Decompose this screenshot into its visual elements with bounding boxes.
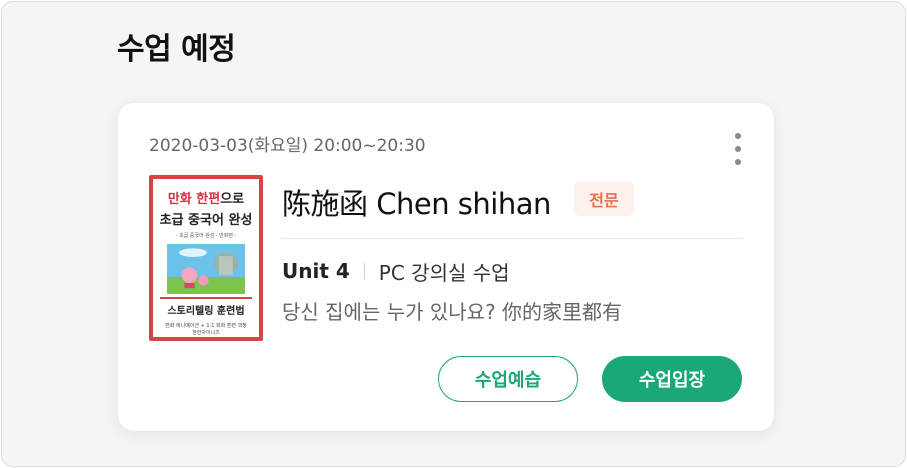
lesson-title: 당신 집에는 누가 있나요? 你的家里都有	[282, 300, 623, 324]
book-subtitle: - 초급 중국어 완성 · 만화편 -	[175, 233, 237, 239]
info-separator	[363, 263, 365, 279]
card-divider	[282, 238, 742, 239]
lesson-datetime: 2020-03-03(화요일) 20:00~20:30	[149, 136, 426, 156]
section-title: 수업 예정	[117, 32, 236, 67]
book-story-text: 스토리텔링 훈련법	[167, 306, 245, 317]
book-title-line2: 초급 중국어 완성	[159, 213, 253, 228]
book-footer: 만화 애니메이션 + 1:1 회화 훈련 과정 한한차이나즈	[165, 323, 247, 336]
book-divider	[160, 297, 252, 299]
book-illustration	[167, 244, 245, 295]
more-vertical-icon[interactable]	[730, 133, 746, 165]
book-title-line1: 만화 한편으로	[167, 192, 245, 207]
lesson-unit: Unit 4	[282, 259, 350, 283]
lesson-info-row: Unit 4 PC 강의실 수업	[282, 258, 510, 285]
lesson-room: PC 강의실 수업	[378, 260, 510, 285]
teacher-level-badge: 전문	[574, 182, 634, 216]
book-cover-image: 만화 한편으로 초급 중국어 완성 - 초급 중국어 완성 · 만화편 - 스토…	[149, 175, 263, 341]
upcoming-lessons-panel: 수업 예정 2020-03-03(화요일) 20:00~20:30 만화 한편으…	[1, 1, 906, 467]
teacher-name: 陈施函 Chen shihan	[282, 187, 551, 221]
lesson-card: 2020-03-03(화요일) 20:00~20:30 만화 한편으로 초급 중…	[118, 103, 774, 431]
lesson-preview-button[interactable]: 수업예습	[438, 356, 578, 402]
lesson-enter-button[interactable]: 수업입장	[602, 356, 742, 402]
